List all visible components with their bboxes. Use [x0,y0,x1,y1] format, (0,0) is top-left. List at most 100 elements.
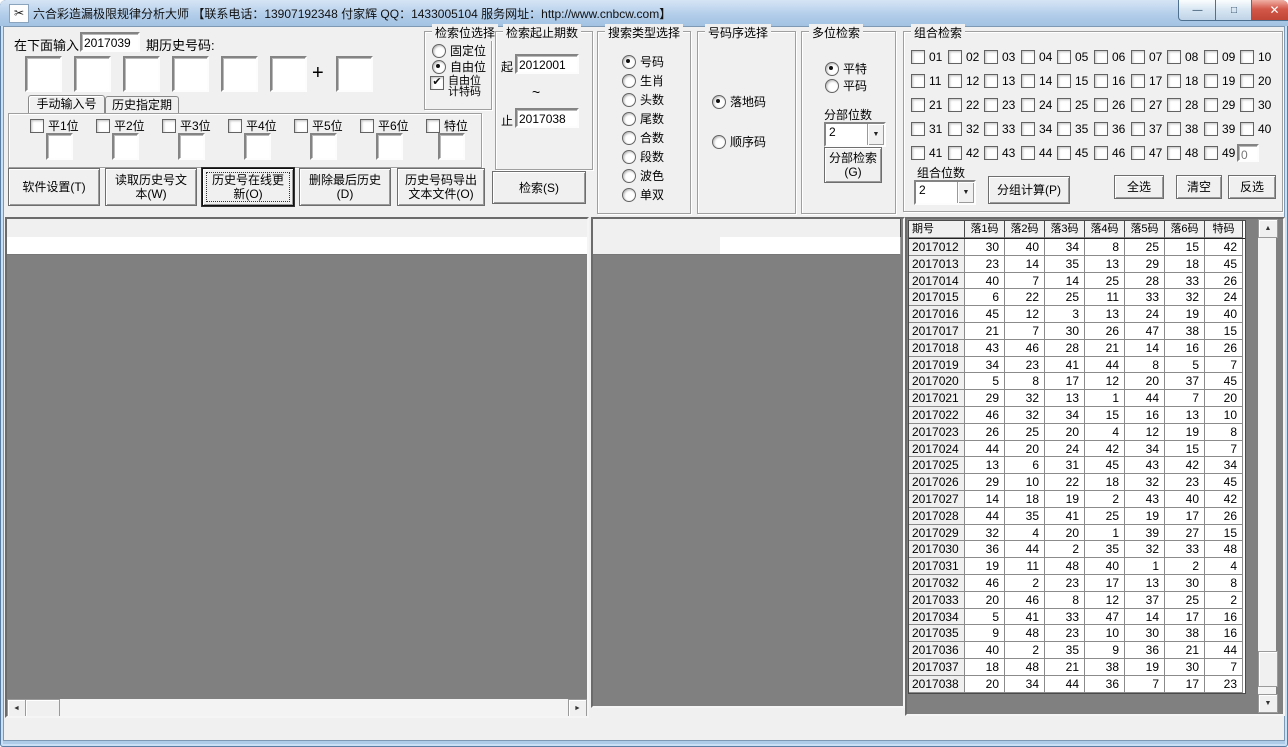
h-scrollbar-thumb[interactable] [25,699,60,718]
part-search-button[interactable]: 分部检索(G) [824,147,882,183]
radio-生肖[interactable]: 生肖 [622,72,664,89]
part-digits-dropdown[interactable]: 2 ▼ [824,122,886,147]
checkbox-number-15[interactable]: 15 [1057,74,1088,88]
radio-合数[interactable]: 合数 [622,129,664,146]
position-input-7[interactable] [438,133,465,160]
number-box-5[interactable] [221,56,258,92]
checkbox-number-39[interactable]: 39 [1204,122,1235,136]
checkbox-number-37[interactable]: 37 [1131,122,1162,136]
checkbox-number-40[interactable]: 40 [1240,122,1271,136]
checkbox-number-47[interactable]: 47 [1131,146,1162,160]
delete-last-button[interactable]: 删除最后历史(D) [299,168,391,206]
table-row[interactable]: 201702629102218322345 [909,474,1245,491]
checkbox-number-23[interactable]: 23 [984,98,1015,112]
number-box-4[interactable] [172,56,209,92]
checkbox-number-44[interactable]: 44 [1021,146,1052,160]
checkbox-平1位[interactable]: 平1位 [30,117,79,134]
table-row[interactable]: 20170359482310303816 [909,625,1245,642]
checkbox-number-29[interactable]: 29 [1204,98,1235,112]
invert-button[interactable]: 反选 [1228,175,1276,199]
table-row[interactable]: 20170123040348251542 [909,239,1245,256]
table-row[interactable]: 20170251363145434234 [909,457,1245,474]
maximize-button[interactable]: □ [1215,0,1253,21]
table-row[interactable]: 2017023262520412198 [909,424,1245,441]
titlebar[interactable]: ✂ 六合彩造漏极限规律分析大师 【联系电话：13907192348 付家辉 QQ… [0,0,1288,26]
number-box-special[interactable] [336,56,373,92]
checkbox-number-16[interactable]: 16 [1094,74,1125,88]
group-calc-button[interactable]: 分组计算(P) [988,176,1070,204]
checkbox-number-02[interactable]: 02 [948,50,979,64]
scroll-left-icon[interactable]: ◄ [7,699,26,718]
checkbox-平5位[interactable]: 平5位 [294,117,343,134]
table-row[interactable]: 20170271418192434042 [909,491,1245,508]
radio-fixed-position[interactable]: 固定位 [432,42,486,59]
period-input[interactable] [82,35,138,51]
table-row[interactable]: 2017033204681237252 [909,592,1245,609]
radio-头数[interactable]: 头数 [622,91,664,108]
checkbox-number-26[interactable]: 26 [1094,98,1125,112]
read-history-button[interactable]: 读取历史号文本(W) [105,168,197,206]
checkbox-number-45[interactable]: 45 [1057,146,1088,160]
table-row[interactable]: 2017032462231713308 [909,575,1245,592]
checkbox-number-22[interactable]: 22 [948,98,979,112]
combo-extra-input[interactable] [1239,148,1257,162]
checkbox-number-46[interactable]: 46 [1094,146,1125,160]
checkbox-number-12[interactable]: 12 [948,74,979,88]
table-row[interactable]: 20170303644235323348 [909,541,1245,558]
select-all-button[interactable]: 全选 [1114,175,1164,199]
checkbox-number-25[interactable]: 25 [1057,98,1088,112]
v-scrollbar-track[interactable]: ▲ ▼ [1258,219,1276,713]
checkbox-number-19[interactable]: 19 [1204,74,1235,88]
table-row[interactable]: 201702844354125191726 [909,508,1245,525]
radio-段数[interactable]: 段数 [622,148,664,165]
checkbox-number-31[interactable]: 31 [911,122,942,136]
table-row[interactable]: 20170382034443671723 [909,676,1245,693]
position-input-2[interactable] [112,133,139,160]
minimize-button[interactable]: — [1178,0,1217,21]
clear-button[interactable]: 清空 [1176,175,1222,199]
number-box-1[interactable] [25,56,62,92]
table-row[interactable]: 20170371848213819307 [909,659,1245,676]
checkbox-number-41[interactable]: 41 [911,146,942,160]
checkbox-number-49[interactable]: 49 [1204,146,1235,160]
table-row[interactable]: 2017021293213144720 [909,390,1245,407]
checkbox-number-05[interactable]: 05 [1057,50,1088,64]
checkbox-number-21[interactable]: 21 [911,98,942,112]
checkbox-number-28[interactable]: 28 [1167,98,1198,112]
table-row[interactable]: 2017029324201392715 [909,525,1245,542]
search-button[interactable]: 检索(S) [492,171,586,204]
checkbox-特位[interactable]: 特位 [426,117,468,134]
checkbox-number-17[interactable]: 17 [1131,74,1162,88]
chevron-down-icon[interactable]: ▼ [957,182,974,203]
number-box-6[interactable] [270,56,307,92]
scroll-down-icon[interactable]: ▼ [1258,694,1278,713]
checkbox-number-36[interactable]: 36 [1094,122,1125,136]
checkbox-number-20[interactable]: 20 [1240,74,1271,88]
table-row[interactable]: 201703119114840124 [909,558,1245,575]
checkbox-number-03[interactable]: 03 [984,50,1015,64]
from-input[interactable] [517,57,577,73]
table-row[interactable]: 20170345413347141716 [909,609,1245,626]
checkbox-number-30[interactable]: 30 [1240,98,1271,112]
radio-landing-code[interactable]: 落地码 [712,93,766,110]
table-row[interactable]: 201701934234144857 [909,357,1245,374]
checkbox-number-32[interactable]: 32 [948,122,979,136]
table-row[interactable]: 20170164512313241940 [909,306,1245,323]
radio-free-position[interactable]: 自由位 [432,58,486,75]
radio-波色[interactable]: 波色 [622,167,664,184]
position-input-1[interactable] [46,133,73,160]
radio-号码[interactable]: 号码 [622,53,664,70]
position-input-5[interactable] [310,133,337,160]
number-box-2[interactable] [74,56,111,92]
radio-sequence-code[interactable]: 顺序码 [712,133,766,150]
radio-尾数[interactable]: 尾数 [622,110,664,127]
tab-manual-input[interactable]: 手动输入号 [28,95,105,114]
settings-button[interactable]: 软件设置(T) [8,168,100,206]
position-input-4[interactable] [244,133,271,160]
table-row[interactable]: 20170172173026473815 [909,323,1245,340]
checkbox-number-34[interactable]: 34 [1021,122,1052,136]
position-input-3[interactable] [178,133,205,160]
close-button[interactable]: ✕ [1251,0,1288,21]
export-text-button[interactable]: 历史号码导出文本文件(O) [397,168,485,206]
radio-pingte[interactable]: 平特 [825,60,867,77]
